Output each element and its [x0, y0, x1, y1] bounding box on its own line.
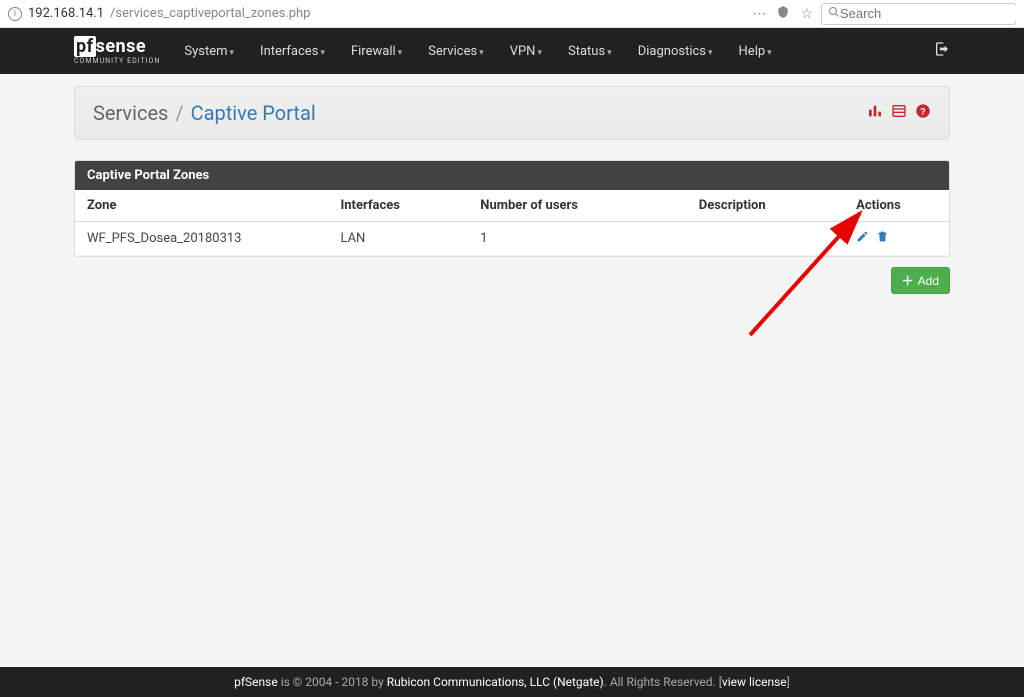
log-icon[interactable] [891, 103, 907, 123]
nav-help[interactable]: Help▾ [739, 44, 772, 59]
brand-name: sense [96, 36, 147, 57]
search-input[interactable] [840, 6, 1016, 21]
plus-icon: ＋ [902, 272, 914, 289]
url-area[interactable]: i 192.168.14.1/services_captiveportal_zo… [8, 6, 744, 21]
main-container: Services / Captive Portal ? Captive Port… [74, 86, 950, 294]
brand-sub: COMMUNITY EDITION [74, 58, 160, 65]
top-navbar: pfsense COMMUNITY EDITION System▾ Interf… [0, 28, 1024, 74]
crumb-services[interactable]: Services [93, 101, 168, 125]
cell-desc [687, 222, 844, 256]
chart-icon[interactable] [867, 103, 883, 123]
bar-extra-icons: ⋯ ☆ [752, 5, 813, 23]
url-host: 192.168.14.1 [28, 6, 104, 21]
footer-mid: is © 2004 - 2018 by [278, 675, 387, 689]
crumb-captive-portal[interactable]: Captive Portal [191, 101, 316, 125]
shield-icon[interactable] [776, 5, 790, 23]
url-path: /services_captiveportal_zones.php [110, 6, 310, 21]
page-header: Services / Captive Portal ? [74, 86, 950, 140]
view-license-link[interactable]: view license [722, 675, 787, 689]
col-users[interactable]: Number of users [468, 190, 687, 222]
more-icon[interactable]: ⋯ [752, 6, 766, 22]
crumb-sep: / [175, 101, 183, 125]
nav-system[interactable]: System▾ [184, 44, 234, 59]
panel-heading: Captive Portal Zones [75, 161, 949, 190]
brand-logo[interactable]: pfsense COMMUNITY EDITION [74, 38, 160, 65]
footer-product: pfSense [234, 675, 278, 689]
nav-items: System▾ Interfaces▾ Firewall▾ Services▾ … [184, 44, 771, 59]
table-row[interactable]: WF_PFS_Dosea_20180313 LAN 1 [75, 222, 949, 256]
nav-firewall[interactable]: Firewall▾ [351, 44, 402, 59]
nav-diagnostics[interactable]: Diagnostics▾ [638, 44, 713, 59]
add-button[interactable]: ＋ Add [891, 267, 950, 294]
delete-icon[interactable] [876, 232, 889, 247]
footer-tail: . All Rights Reserved. [604, 675, 719, 689]
nav-status[interactable]: Status▾ [568, 44, 612, 59]
help-icon[interactable]: ? [915, 103, 931, 123]
breadcrumb: Services / Captive Portal [93, 101, 316, 125]
browser-url-bar: i 192.168.14.1/services_captiveportal_zo… [0, 0, 1024, 28]
header-action-icons: ? [867, 103, 931, 123]
search-box[interactable] [821, 3, 1016, 25]
info-icon[interactable]: i [8, 7, 22, 21]
footer-company: Rubicon Communications, LLC (Netgate) [387, 675, 604, 689]
svg-text:?: ? [920, 106, 926, 116]
nav-services[interactable]: Services▾ [428, 44, 484, 59]
search-icon [828, 6, 840, 22]
add-label: Add [918, 274, 939, 288]
zones-panel: Captive Portal Zones Zone Interfaces Num… [74, 160, 950, 257]
cell-users: 1 [468, 222, 687, 256]
edit-icon[interactable] [856, 232, 872, 247]
star-icon[interactable]: ☆ [800, 6, 813, 22]
nav-vpn[interactable]: VPN▾ [510, 44, 542, 59]
logout-icon[interactable] [934, 41, 950, 61]
nav-interfaces[interactable]: Interfaces▾ [260, 44, 325, 59]
brand-prefix: pf [74, 36, 96, 57]
footer: pfSense is © 2004 - 2018 by Rubicon Comm… [0, 667, 1024, 697]
button-area: ＋ Add [74, 267, 950, 294]
cell-interfaces: LAN [328, 222, 468, 256]
col-actions: Actions [844, 190, 949, 222]
cell-actions [844, 222, 949, 256]
col-interfaces[interactable]: Interfaces [328, 190, 468, 222]
zones-table: Zone Interfaces Number of users Descript… [75, 190, 949, 256]
col-desc[interactable]: Description [687, 190, 844, 222]
col-zone[interactable]: Zone [75, 190, 328, 222]
cell-zone: WF_PFS_Dosea_20180313 [75, 222, 328, 256]
